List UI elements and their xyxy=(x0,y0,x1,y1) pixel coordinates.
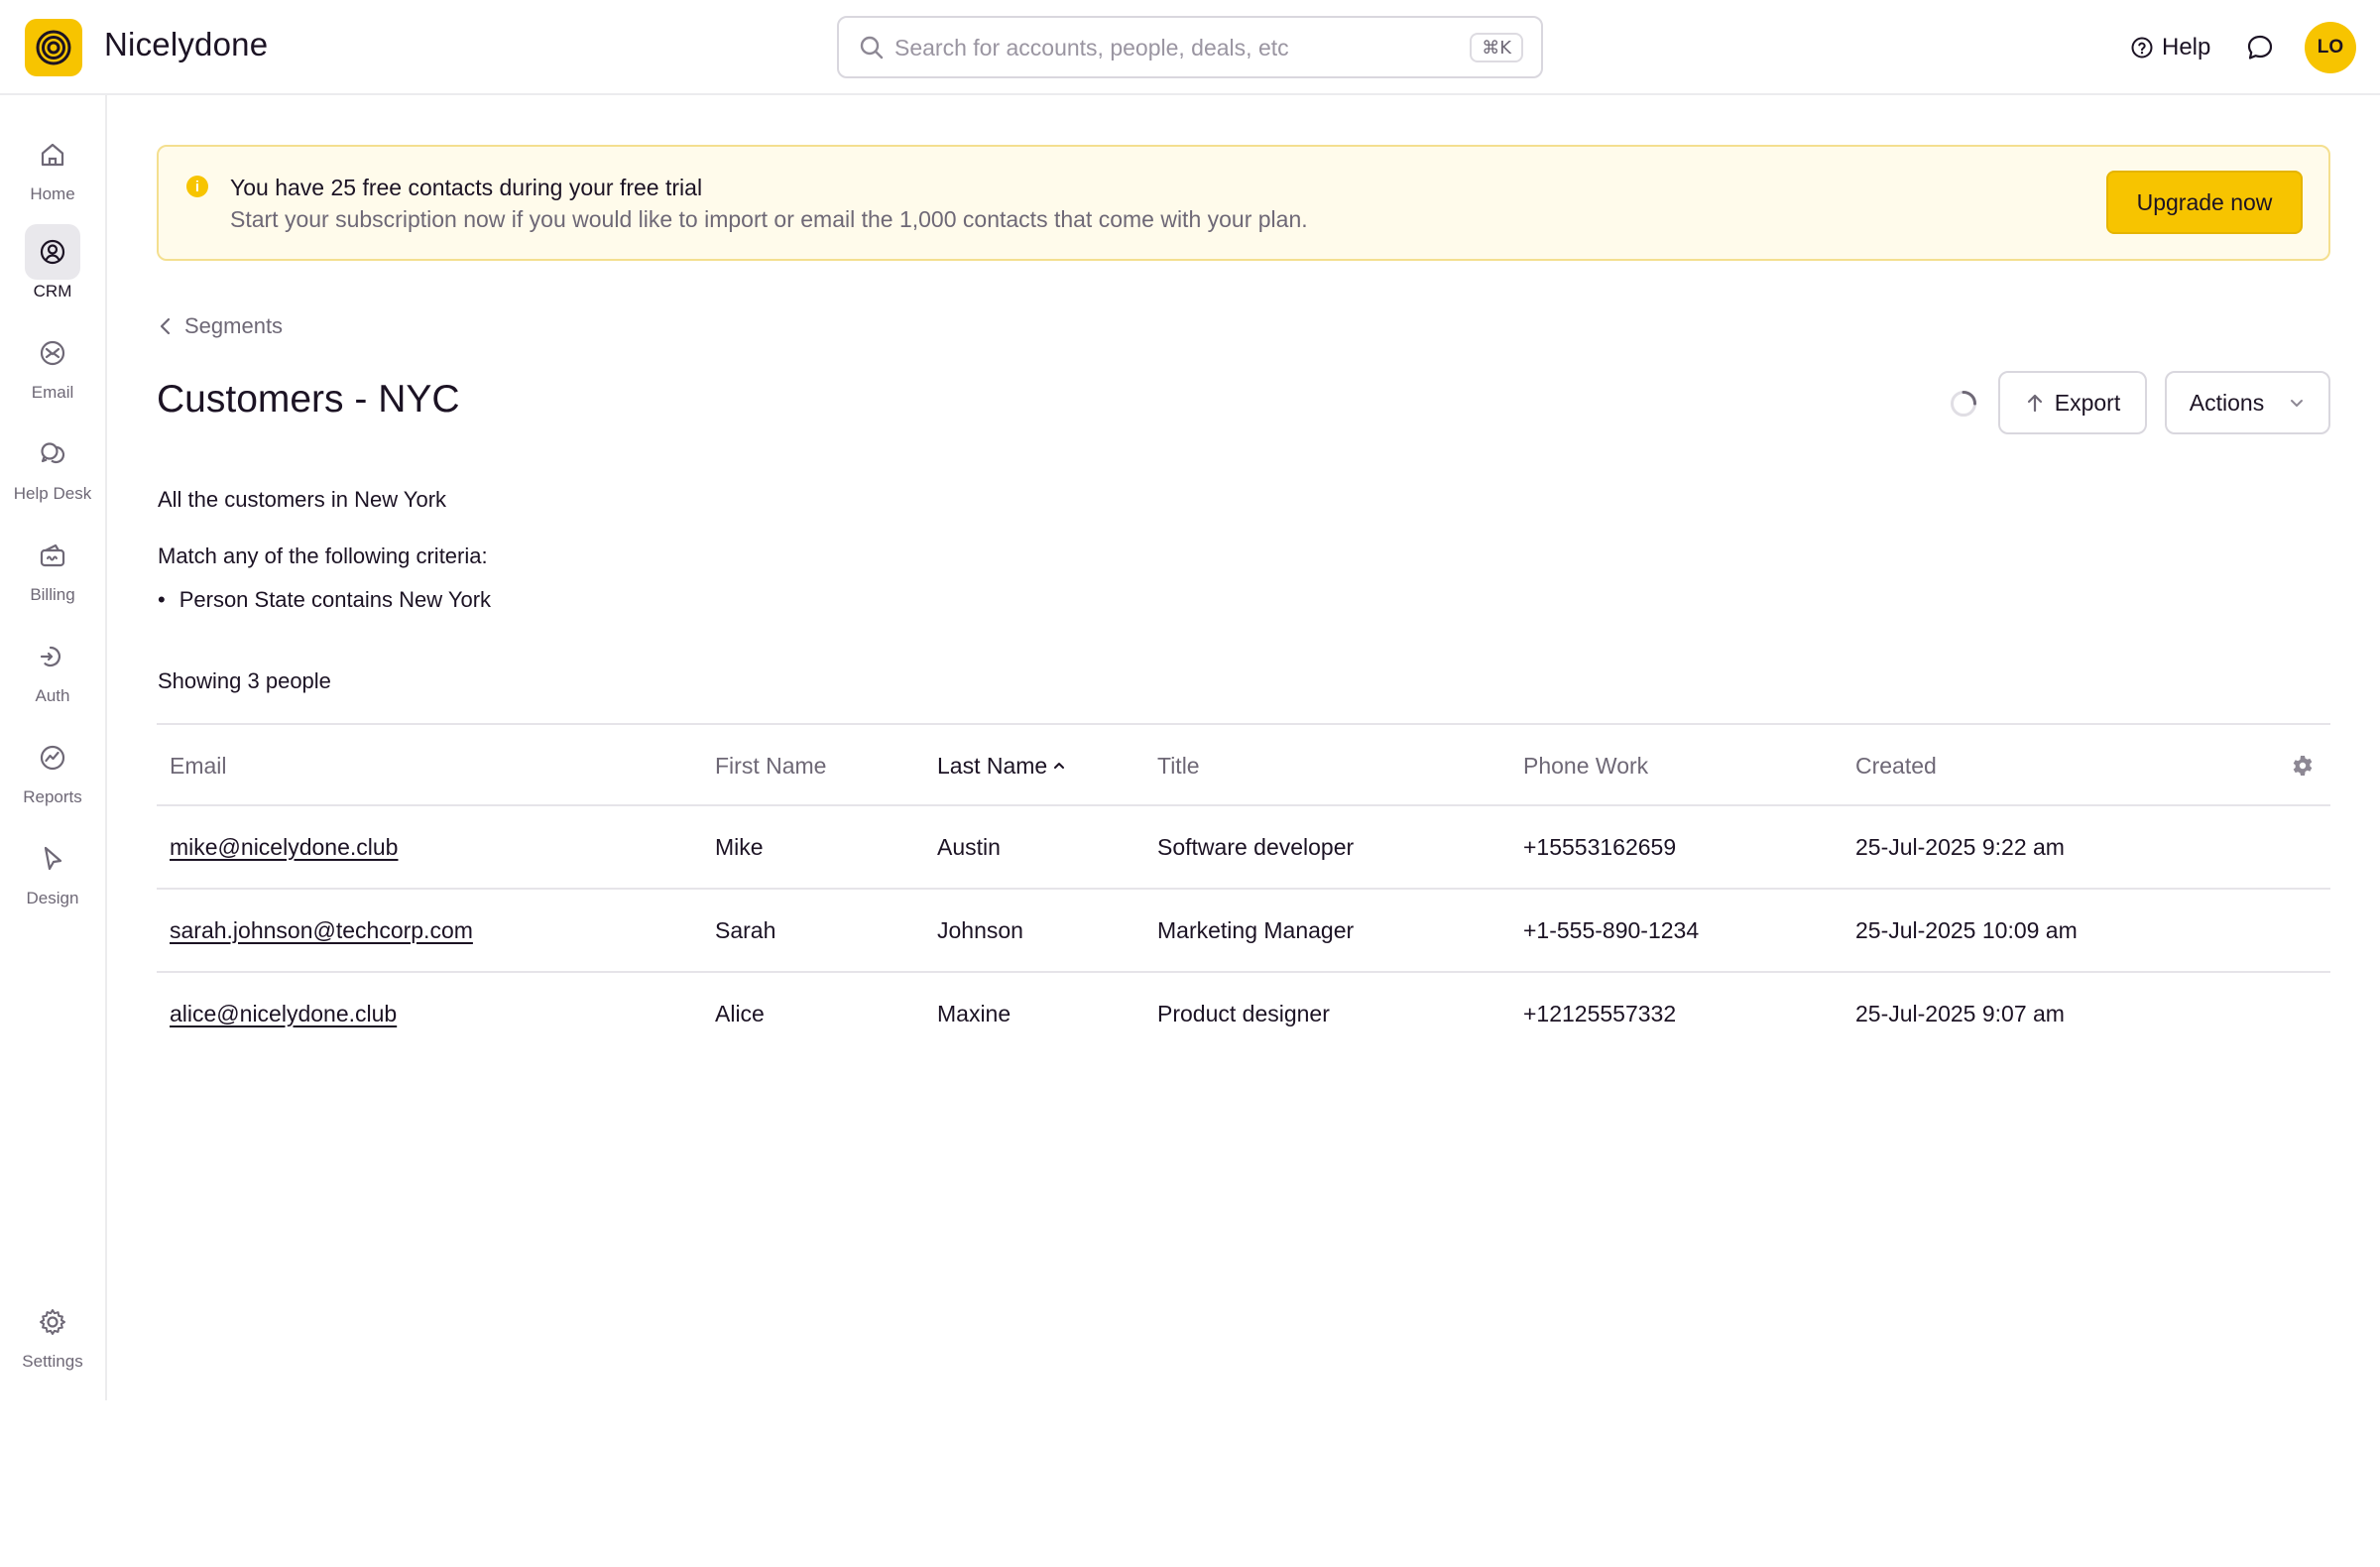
sidebar-item-help-desk[interactable]: Help Desk xyxy=(0,426,105,522)
actions-dropdown-button[interactable]: Actions xyxy=(2165,371,2330,434)
table-row[interactable]: sarah.johnson@techcorp.com Sarah Johnson… xyxy=(157,890,2330,973)
email-link[interactable]: alice@nicelydone.club xyxy=(170,1001,397,1027)
first-name-cell: Alice xyxy=(715,1000,765,1026)
table-row[interactable]: alice@nicelydone.club Alice Maxine Produ… xyxy=(157,973,2330,1056)
breadcrumb-label: Segments xyxy=(184,313,284,338)
email-link[interactable]: sarah.johnson@techcorp.com xyxy=(170,917,473,944)
last-name-cell: Maxine xyxy=(937,1000,1012,1026)
breadcrumb[interactable]: Segments xyxy=(159,313,283,339)
sidebar-item-label: Design xyxy=(26,889,79,907)
gear-icon xyxy=(2293,756,2313,776)
page-title: Customers - NYC xyxy=(157,378,460,421)
column-header-last-name[interactable]: Last Name xyxy=(937,725,1066,806)
sidebar-item-label: CRM xyxy=(33,282,72,301)
criteria-operator: contains xyxy=(311,587,393,612)
app-name: Nicelydone xyxy=(104,26,269,62)
sidebar-item-reports[interactable]: Reports xyxy=(0,730,105,825)
title-cell: Product designer xyxy=(1157,1000,1330,1026)
column-header-label: Last Name xyxy=(937,752,1048,779)
contact-icon xyxy=(40,239,65,265)
export-label: Export xyxy=(2054,389,2121,416)
people-table: Email First Name Last Name Title Phone W… xyxy=(157,723,2330,1056)
arrow-up-icon xyxy=(2027,394,2042,413)
sidebar-item-crm[interactable]: CRM xyxy=(0,224,105,319)
column-header-created[interactable]: Created xyxy=(1855,725,1937,806)
search-icon xyxy=(860,36,884,60)
sidebar: Home CRM Email Help Desk Billing Auth Re… xyxy=(0,95,107,1400)
sidebar-item-label: Email xyxy=(31,383,74,402)
auth-icon xyxy=(40,646,60,667)
column-header-title[interactable]: Title xyxy=(1157,725,1200,806)
sidebar-item-label: Billing xyxy=(30,585,75,604)
upgrade-now-button[interactable]: Upgrade now xyxy=(2106,171,2303,234)
sidebar-item-auth[interactable]: Auth xyxy=(0,629,105,724)
sort-ascending-icon xyxy=(1054,763,1065,769)
title-cell: Marketing Manager xyxy=(1157,916,1355,943)
segment-description: All the customers in New York xyxy=(158,487,447,512)
created-cell: 25-Jul-2025 9:22 am xyxy=(1855,833,2065,860)
created-cell: 25-Jul-2025 9:07 am xyxy=(1855,1000,2065,1026)
phone-cell: +12125557332 xyxy=(1523,1000,1677,1026)
chat-bubbles-icon xyxy=(41,442,65,464)
last-name-cell: Johnson xyxy=(937,916,1023,943)
home-icon xyxy=(41,143,64,167)
sidebar-item-email[interactable]: Email xyxy=(0,325,105,421)
criteria-heading: Match any of the following criteria: xyxy=(158,543,488,568)
email-icon xyxy=(40,340,65,366)
search-input[interactable] xyxy=(894,28,1390,67)
sidebar-settings-label: Settings xyxy=(22,1352,83,1371)
export-button[interactable]: Export xyxy=(1998,371,2147,434)
banner-text: Start your subscription now if you would… xyxy=(230,206,1308,232)
email-link[interactable]: mike@nicelydone.club xyxy=(170,834,398,861)
wallet-icon xyxy=(40,543,65,567)
sidebar-item-settings[interactable]: Settings xyxy=(0,1294,105,1389)
result-count: Showing 3 people xyxy=(158,668,331,693)
criteria-item: • Person State contains New York xyxy=(158,587,491,613)
column-header-email[interactable]: Email xyxy=(170,725,227,806)
question-circle-icon xyxy=(2131,37,2153,59)
created-cell: 25-Jul-2025 10:09 am xyxy=(1855,916,2078,943)
spiral-logo-icon[interactable] xyxy=(25,19,82,76)
sidebar-item-label: Home xyxy=(30,184,75,203)
chevron-left-icon xyxy=(160,317,171,335)
sidebar-item-label: Help Desk xyxy=(13,484,92,503)
criteria-value: New York xyxy=(399,587,492,612)
column-settings-button[interactable] xyxy=(2291,725,2315,806)
phone-cell: +1-555-890-1234 xyxy=(1523,916,1700,943)
chat-icon[interactable] xyxy=(2245,33,2275,62)
bullet: • xyxy=(158,587,166,612)
trial-banner: i You have 25 free contacts during your … xyxy=(157,145,2330,261)
info-icon: i xyxy=(186,176,208,197)
table-row[interactable]: mike@nicelydone.club Mike Austin Softwar… xyxy=(157,806,2330,890)
first-name-cell: Mike xyxy=(715,833,764,860)
banner-title: You have 25 free contacts during your fr… xyxy=(230,175,703,200)
sidebar-item-home[interactable]: Home xyxy=(0,127,105,222)
sidebar-item-label: Auth xyxy=(35,686,70,705)
sidebar-item-design[interactable]: Design xyxy=(0,831,105,926)
actions-label: Actions xyxy=(2189,389,2265,416)
first-name-cell: Sarah xyxy=(715,916,776,943)
table-header: Email First Name Last Name Title Phone W… xyxy=(157,723,2330,806)
global-search[interactable]: ⌘K xyxy=(837,16,1543,78)
sidebar-item-billing[interactable]: Billing xyxy=(0,528,105,623)
top-bar: Nicelydone ⌘K Help LO xyxy=(0,0,2380,95)
last-name-cell: Austin xyxy=(937,833,1001,860)
phone-cell: +15553162659 xyxy=(1523,833,1677,860)
search-shortcut-badge: ⌘K xyxy=(1470,33,1523,62)
gear-icon xyxy=(40,1309,65,1335)
avatar[interactable]: LO xyxy=(2305,22,2356,73)
chart-icon xyxy=(40,745,65,771)
help-link[interactable]: Help xyxy=(2130,30,2210,65)
title-cell: Software developer xyxy=(1157,833,1355,860)
cursor-icon xyxy=(44,846,62,871)
column-header-phone-work[interactable]: Phone Work xyxy=(1523,725,1648,806)
loading-spinner-icon xyxy=(1951,391,1976,417)
help-label: Help xyxy=(2162,34,2211,60)
column-header-first-name[interactable]: First Name xyxy=(715,725,826,806)
sidebar-item-label: Reports xyxy=(23,787,82,806)
chevron-down-icon xyxy=(2291,400,2304,407)
criteria-field: Person State xyxy=(178,587,305,612)
